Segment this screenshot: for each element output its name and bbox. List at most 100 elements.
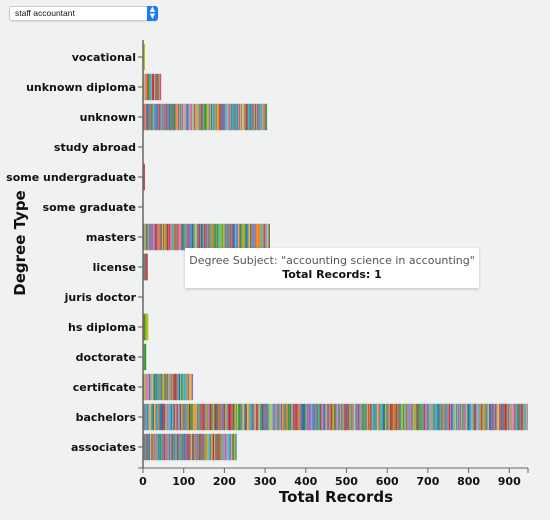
bar-segment[interactable] bbox=[227, 433, 229, 461]
bar-segment[interactable] bbox=[311, 403, 313, 431]
bar-segment[interactable] bbox=[178, 223, 180, 251]
bar-segment[interactable] bbox=[249, 103, 251, 131]
bar-segment[interactable] bbox=[475, 403, 478, 431]
bar-segment[interactable] bbox=[248, 223, 250, 251]
bar-segment[interactable] bbox=[220, 223, 222, 251]
bar-segment[interactable] bbox=[179, 223, 181, 251]
bar-segment[interactable] bbox=[269, 223, 270, 251]
bar-segment[interactable] bbox=[368, 403, 370, 431]
bar-segment[interactable] bbox=[244, 403, 246, 431]
bar-segment[interactable] bbox=[412, 403, 414, 431]
bar-segment[interactable] bbox=[308, 403, 310, 431]
bar-segment[interactable] bbox=[518, 403, 520, 431]
bar-segment[interactable] bbox=[231, 403, 233, 431]
bar-segment[interactable] bbox=[391, 403, 393, 431]
bar-segment[interactable] bbox=[205, 433, 207, 461]
bar-segment[interactable] bbox=[143, 433, 146, 461]
bar-segment[interactable] bbox=[165, 403, 167, 431]
bar-segment[interactable] bbox=[193, 103, 194, 131]
bar-segment[interactable] bbox=[372, 403, 374, 431]
bar-segment[interactable] bbox=[285, 403, 288, 431]
bar-segment[interactable] bbox=[277, 403, 279, 431]
bar-segment[interactable] bbox=[208, 403, 210, 431]
bar-segment[interactable] bbox=[147, 103, 149, 131]
bar-segment[interactable] bbox=[150, 403, 152, 431]
bar-segment[interactable] bbox=[473, 403, 474, 431]
bar-segment[interactable] bbox=[234, 223, 237, 251]
bar-segment[interactable] bbox=[205, 403, 207, 431]
bar-segment[interactable] bbox=[166, 403, 168, 431]
bar-segment[interactable] bbox=[466, 403, 467, 431]
bar-segment[interactable] bbox=[216, 223, 218, 251]
bar-associates[interactable] bbox=[143, 433, 238, 461]
bar-segment[interactable] bbox=[157, 73, 159, 101]
bar-segment[interactable] bbox=[208, 433, 210, 461]
bar-segment[interactable] bbox=[225, 403, 227, 431]
bar-segment[interactable] bbox=[195, 103, 196, 131]
bar-segment[interactable] bbox=[444, 403, 446, 431]
bar-segment[interactable] bbox=[387, 403, 389, 431]
bar-segment[interactable] bbox=[197, 433, 199, 461]
bar-segment[interactable] bbox=[400, 403, 402, 431]
bar-segment[interactable] bbox=[231, 433, 233, 461]
bar-segment[interactable] bbox=[420, 403, 422, 431]
bar-segment[interactable] bbox=[390, 403, 392, 431]
bar-segment[interactable] bbox=[165, 223, 168, 251]
bar-segment[interactable] bbox=[152, 403, 154, 431]
bar-segment[interactable] bbox=[263, 403, 265, 431]
bar-segment[interactable] bbox=[250, 103, 252, 131]
bar-segment[interactable] bbox=[422, 403, 424, 431]
bar-segment[interactable] bbox=[284, 403, 286, 431]
bar-segment[interactable] bbox=[182, 403, 185, 431]
bar-segment[interactable] bbox=[303, 403, 305, 431]
bar-segment[interactable] bbox=[149, 403, 151, 431]
bar-segment[interactable] bbox=[254, 403, 257, 431]
bar-segment[interactable] bbox=[348, 403, 350, 431]
bar-segment[interactable] bbox=[345, 403, 347, 431]
bar-segment[interactable] bbox=[339, 403, 341, 431]
bar-segment[interactable] bbox=[185, 433, 187, 461]
bar-segment[interactable] bbox=[509, 403, 511, 431]
bar-segment[interactable] bbox=[239, 103, 241, 131]
bar-segment[interactable] bbox=[180, 403, 182, 431]
bar-segment[interactable] bbox=[148, 433, 150, 461]
bar-segment[interactable] bbox=[513, 403, 515, 431]
bar-segment[interactable] bbox=[296, 403, 298, 431]
bar-segment[interactable] bbox=[153, 373, 156, 401]
bar-segment[interactable] bbox=[247, 403, 249, 431]
bar-segment[interactable] bbox=[199, 433, 201, 461]
bar-segment[interactable] bbox=[489, 403, 491, 431]
bar-segment[interactable] bbox=[234, 433, 235, 461]
bar-segment[interactable] bbox=[216, 433, 218, 461]
bar-segment[interactable] bbox=[367, 403, 369, 431]
bar-segment[interactable] bbox=[241, 103, 243, 131]
bar-segment[interactable] bbox=[173, 433, 175, 461]
bar-segment[interactable] bbox=[151, 223, 152, 251]
bar-segment[interactable] bbox=[176, 103, 178, 131]
bar-segment[interactable] bbox=[175, 433, 177, 461]
bar-segment[interactable] bbox=[292, 403, 295, 431]
bar-segment[interactable] bbox=[227, 403, 229, 431]
bar-segment[interactable] bbox=[170, 103, 172, 131]
bar-segment[interactable] bbox=[182, 373, 183, 401]
bar-segment[interactable] bbox=[185, 223, 187, 251]
bar-segment[interactable] bbox=[177, 103, 178, 131]
bar-segment[interactable] bbox=[358, 403, 360, 431]
bar-segment[interactable] bbox=[251, 103, 253, 131]
bar-segment[interactable] bbox=[201, 433, 203, 461]
bar-segment[interactable] bbox=[238, 223, 240, 251]
bar-segment[interactable] bbox=[156, 373, 158, 401]
bar-segment[interactable] bbox=[525, 403, 526, 431]
bar-segment[interactable] bbox=[232, 223, 235, 251]
bar-segment[interactable] bbox=[235, 433, 238, 461]
bar-segment[interactable] bbox=[230, 103, 231, 131]
bar-segment[interactable] bbox=[221, 103, 223, 131]
bar-segment[interactable] bbox=[219, 433, 222, 461]
bar-segment[interactable] bbox=[182, 223, 184, 251]
bar-segment[interactable] bbox=[418, 403, 421, 431]
bar-segment[interactable] bbox=[169, 373, 172, 401]
bar-segment[interactable] bbox=[187, 373, 189, 401]
bar-segment[interactable] bbox=[171, 403, 173, 431]
bar-segment[interactable] bbox=[523, 403, 525, 431]
bar-segment[interactable] bbox=[174, 223, 176, 251]
